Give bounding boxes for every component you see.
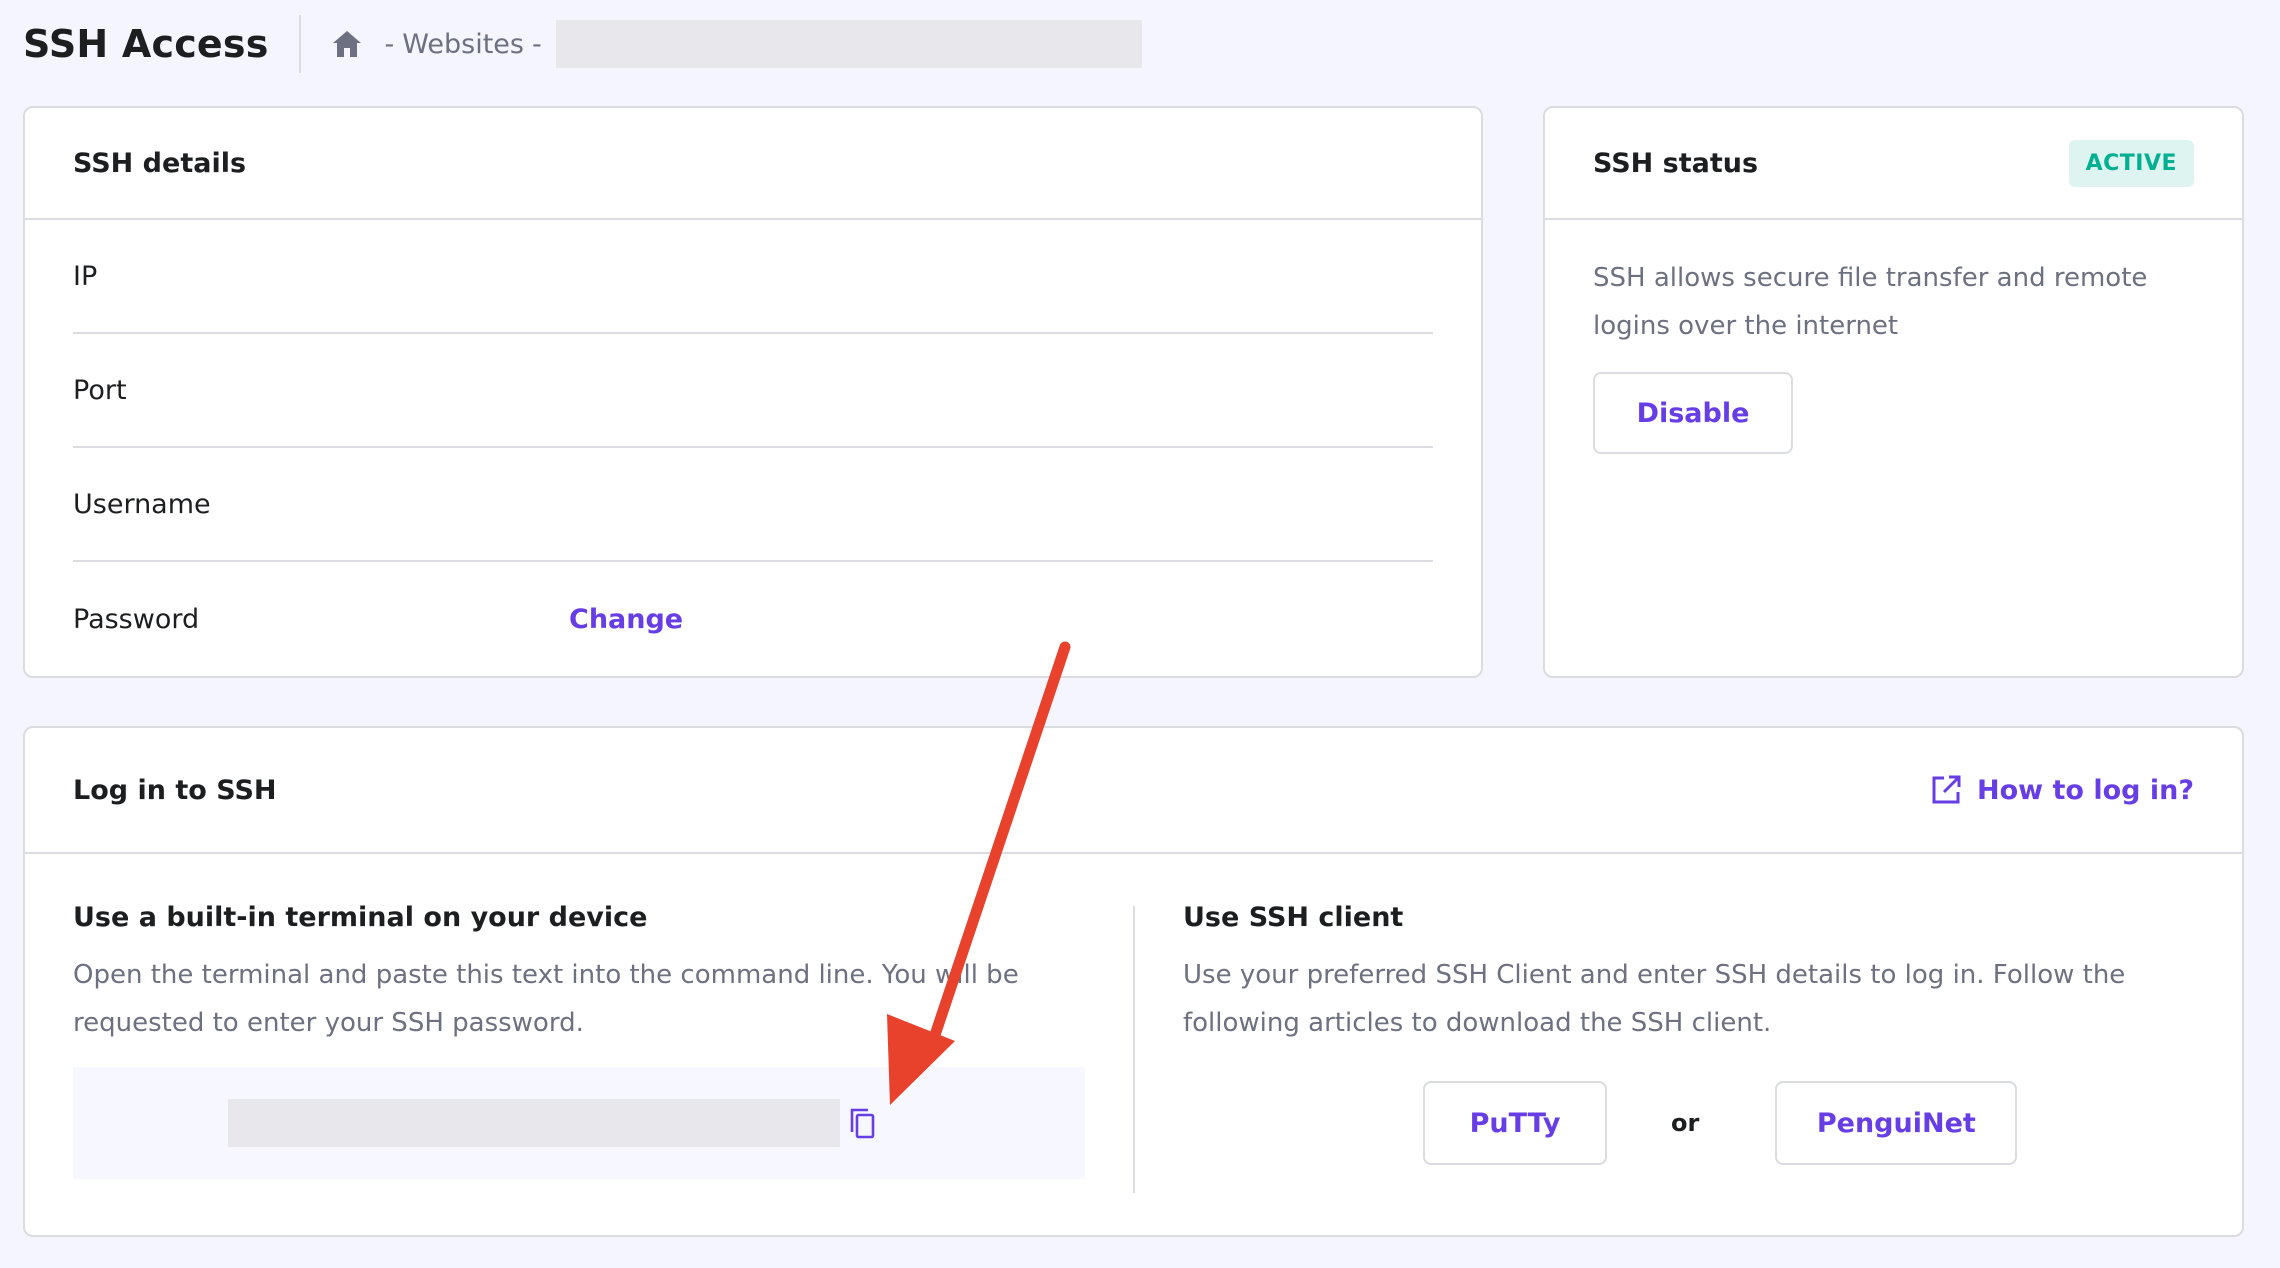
login-ssh-title: Log in to SSH: [73, 774, 277, 806]
ssh-status-card: SSH status ACTIVE SSH allows secure file…: [1543, 106, 2244, 678]
copy-icon[interactable]: [848, 1106, 878, 1140]
detail-label: IP: [73, 260, 98, 292]
login-ssh-header: Log in to SSH How to log in?: [25, 728, 2242, 854]
external-link-icon: [1929, 773, 1963, 807]
ssh-status-body: SSH allows secure file transfer and remo…: [1545, 220, 2242, 488]
detail-row-ip: IP: [73, 220, 1433, 334]
breadcrumb-separator: -: [384, 28, 395, 60]
ssh-details-title: SSH details: [73, 147, 247, 179]
penguinet-button[interactable]: PenguiNet: [1775, 1081, 2018, 1165]
ssh-status-header: SSH status ACTIVE: [1545, 108, 2242, 220]
page-header: SSH Access - Websites -: [23, 14, 1142, 74]
putty-button[interactable]: PuTTy: [1423, 1081, 1607, 1165]
detail-row-port: Port: [73, 334, 1433, 448]
how-to-login-label: How to log in?: [1976, 774, 2194, 806]
breadcrumb-domain-redacted[interactable]: [555, 20, 1142, 68]
home-icon[interactable]: [331, 29, 363, 59]
change-password-link[interactable]: Change: [569, 604, 683, 635]
ssh-client-description: Use your preferred SSH Client and enter …: [1183, 960, 2126, 1038]
ssh-client-section: Use SSH client Use your preferred SSH Cl…: [1183, 902, 2193, 1165]
ssh-command-redacted[interactable]: [228, 1099, 840, 1147]
or-separator: or: [1671, 1109, 1700, 1137]
header-divider: [298, 15, 301, 73]
ssh-command-box: [73, 1067, 1085, 1179]
ssh-status-description: SSH allows secure file transfer and remo…: [1593, 263, 2148, 341]
login-ssh-body: Use a built-in terminal on your device O…: [25, 854, 2242, 1235]
terminal-section: Use a built-in terminal on your device O…: [73, 902, 1085, 1179]
ssh-details-header: SSH details: [25, 108, 1481, 220]
ssh-status-title: SSH status: [1593, 147, 1759, 179]
status-badge: ACTIVE: [2068, 139, 2194, 187]
login-ssh-card: Log in to SSH How to log in? Use a built…: [23, 726, 2244, 1237]
how-to-login-link[interactable]: How to log in?: [1929, 773, 2194, 807]
detail-row-username: Username: [73, 448, 1433, 562]
ssh-details-list: IP Port Username Password Change: [25, 220, 1481, 676]
detail-label: Password: [73, 603, 200, 635]
ssh-details-card: SSH details IP Port Username Password Ch…: [23, 106, 1483, 678]
column-divider: [1133, 906, 1135, 1193]
ssh-client-title: Use SSH client: [1183, 902, 1404, 933]
breadcrumb-websites[interactable]: Websites: [402, 29, 524, 60]
detail-label: Username: [73, 488, 211, 520]
disable-button[interactable]: Disable: [1593, 372, 1793, 454]
page-title: SSH Access: [23, 22, 269, 66]
detail-row-password: Password Change: [73, 562, 1433, 676]
detail-label: Port: [73, 374, 127, 406]
terminal-title: Use a built-in terminal on your device: [73, 902, 648, 933]
breadcrumb-separator: -: [531, 28, 542, 60]
breadcrumb: - Websites -: [331, 20, 1142, 68]
ssh-client-options: PuTTy or PenguiNet: [1183, 1081, 2193, 1165]
terminal-description: Open the terminal and paste this text in…: [73, 960, 1019, 1038]
